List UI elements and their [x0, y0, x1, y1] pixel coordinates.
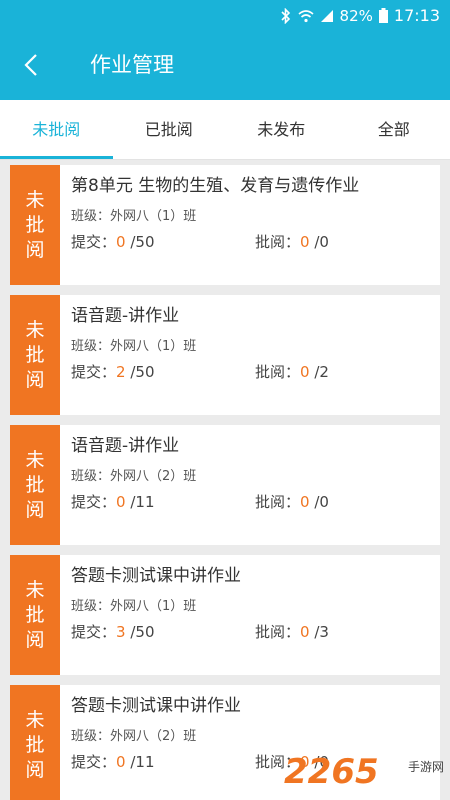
class-label: 班级：外网八（1）班 [71, 599, 197, 614]
clock: 17:13 [393, 6, 440, 25]
status-badge: 未批阅 [10, 685, 60, 800]
back-chevron-icon [24, 54, 37, 76]
assignment-title: 第8单元 生物的生殖、发育与遗传作业 [71, 176, 360, 196]
signal-icon [320, 9, 333, 22]
status-bar: 82% 17:13 [0, 0, 450, 30]
submit-count: 提交：0 /50 [71, 233, 155, 251]
page-title: 作业管理 [90, 53, 174, 77]
submit-count: 提交：2 /50 [71, 363, 155, 381]
tab-bar: 未批阅 已批阅 未发布 全部 [0, 100, 450, 160]
review-count: 批阅：0 /0 [255, 233, 329, 251]
assignment-title: 答题卡测试课中讲作业 [71, 566, 241, 586]
tab-reviewed[interactable]: 已批阅 [113, 100, 226, 159]
class-label: 班级：外网八（2）班 [71, 729, 197, 744]
assignment-card[interactable]: 未批阅 语音题-讲作业 班级：外网八（2）班 提交：0 /11 批阅：0 /0 [10, 425, 440, 545]
review-count: 批阅：0 /3 [255, 623, 329, 641]
class-label: 班级：外网八（1）班 [71, 209, 197, 224]
review-count: 批阅：0 /2 [255, 363, 329, 381]
status-icons: 82% 17:13 [280, 6, 440, 25]
assignment-title: 语音题-讲作业 [71, 306, 180, 326]
submit-count: 提交：0 /11 [71, 753, 155, 771]
battery-icon [378, 8, 388, 23]
watermark-digits: 2265 [284, 752, 379, 792]
watermark: 2265 手游网 [284, 750, 444, 794]
submit-count: 提交：3 /50 [71, 623, 155, 641]
status-badge: 未批阅 [10, 295, 60, 415]
assignment-title: 语音题-讲作业 [71, 436, 180, 456]
tab-unreviewed[interactable]: 未批阅 [0, 100, 113, 159]
status-badge: 未批阅 [10, 555, 60, 675]
bluetooth-icon [280, 7, 290, 24]
assignment-card[interactable]: 未批阅 语音题-讲作业 班级：外网八（1）班 提交：2 /50 批阅：0 /2 [10, 295, 440, 415]
assignment-card[interactable]: 未批阅 答题卡测试课中讲作业 班级：外网八（1）班 提交：3 /50 批阅：0 … [10, 555, 440, 675]
tab-unpublished[interactable]: 未发布 [225, 100, 338, 159]
status-badge: 未批阅 [10, 425, 60, 545]
watermark-text: 手游网 [407, 760, 444, 774]
class-label: 班级：外网八（2）班 [71, 469, 197, 484]
wifi-icon [298, 9, 314, 22]
status-badge: 未批阅 [10, 165, 60, 285]
assignment-title: 答题卡测试课中讲作业 [71, 696, 241, 716]
submit-count: 提交：0 /11 [71, 493, 155, 511]
tab-all[interactable]: 全部 [338, 100, 450, 159]
back-button[interactable] [14, 48, 48, 82]
app-bar: 作业管理 [0, 30, 450, 100]
battery-percent: 82% [339, 6, 373, 25]
assignment-card[interactable]: 未批阅 第8单元 生物的生殖、发育与遗传作业 班级：外网八（1）班 提交：0 /… [10, 165, 440, 285]
class-label: 班级：外网八（1）班 [71, 339, 197, 354]
review-count: 批阅：0 /0 [255, 493, 329, 511]
